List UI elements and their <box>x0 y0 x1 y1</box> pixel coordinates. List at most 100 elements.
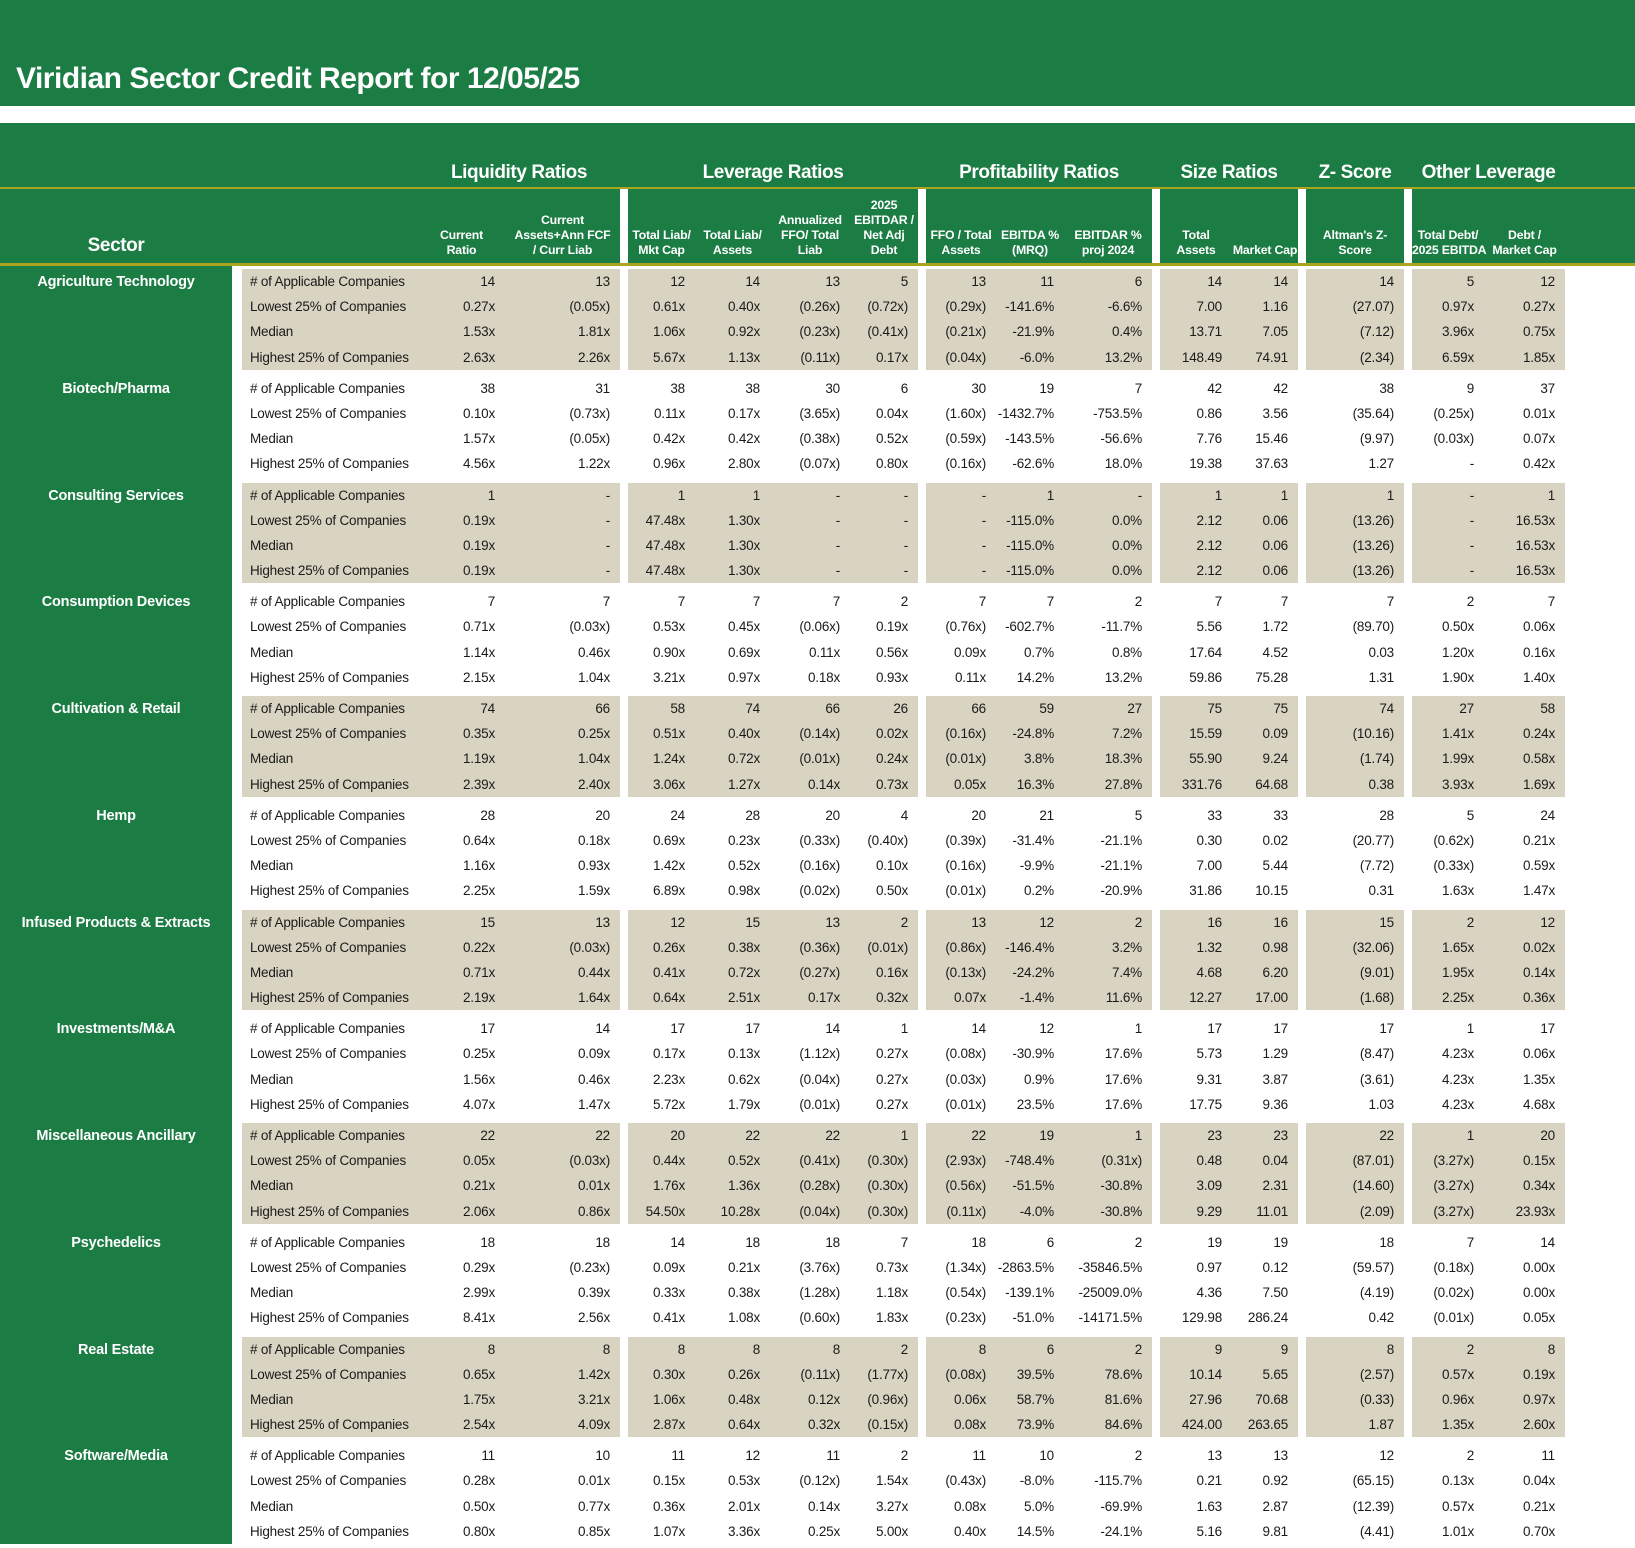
data-cell: 4.68 <box>1160 959 1232 986</box>
group-gutter <box>918 1468 926 1493</box>
data-cell: 1.04x <box>577 669 610 685</box>
group-gutter <box>918 1041 926 1066</box>
data-cell: 2.60x <box>1484 1412 1565 1438</box>
group-header-row: Liquidity Ratios Leverage Ratios Profitabi… <box>0 123 1635 189</box>
group-gutter <box>232 878 242 903</box>
data-cell: 2 <box>1466 1448 1475 1464</box>
row-label: Lowest 25% of Companies <box>242 721 418 747</box>
column-header-current-assets-ann-fcf-curr-liab: Current Assets+Ann FCF / Curr Liab <box>514 213 611 257</box>
column-header-total-assets: Total Assets <box>1176 228 1216 257</box>
group-gutter <box>1152 426 1160 451</box>
column-header-debt-market-cap: Debt / Market Cap <box>1492 228 1557 257</box>
data-cell: 0.02x <box>1484 934 1565 960</box>
data-cell: -8.0% <box>1019 1473 1054 1489</box>
data-cell: (0.86x) <box>926 934 996 960</box>
data-cell: 1.63 <box>1196 1498 1223 1514</box>
table-row: Median 1.16x 0.93x 1.42x 0.52x (0.16x) 0.10x (0… <box>232 853 1565 878</box>
group-gutter <box>620 1230 628 1255</box>
group-gutter <box>1404 294 1412 319</box>
group-gutter <box>232 1305 242 1330</box>
data-cell: (0.41x) <box>770 1148 850 1174</box>
group-gutter <box>1404 426 1412 451</box>
group-gutter <box>620 319 628 344</box>
group-gutter <box>1298 1519 1306 1544</box>
data-cell: 21 <box>1039 807 1054 823</box>
group-gutter <box>620 1519 628 1544</box>
data-cell: 0.80x <box>462 1523 495 1539</box>
table-row: Lowest 25% of Companies 0.25x 0.09x 0.17x 0.… <box>232 1041 1565 1066</box>
group-gutter <box>1152 294 1160 319</box>
sector-name: Psychedelics <box>71 1234 161 1251</box>
group-gutter <box>0 123 418 184</box>
table-row: Median 0.50x 0.77x 0.36x 2.01x 0.14x 3.27x 0.08… <box>232 1494 1565 1519</box>
data-cell: 3.09 <box>1160 1173 1232 1199</box>
group-gutter <box>1298 696 1306 721</box>
row-label: Lowest 25% of Companies <box>242 934 418 960</box>
group-gutter <box>620 1123 628 1148</box>
data-cell: 3.21x <box>505 1386 620 1413</box>
group-gutter <box>1404 772 1412 797</box>
group-gutter <box>1152 614 1160 639</box>
data-cell: 14 <box>1232 269 1298 295</box>
data-cell: (14.60) <box>1306 1173 1404 1199</box>
data-cell: -6.0% <box>996 344 1064 370</box>
data-cell: (0.01x) <box>799 1096 840 1112</box>
data-cell: (0.15x) <box>850 1412 918 1438</box>
data-cell: 4.23x <box>1441 1046 1474 1062</box>
data-cell: 0.04x <box>875 405 908 421</box>
data-cell: 12 <box>1379 1448 1394 1464</box>
group-gutter <box>1404 189 1412 263</box>
data-cell: (0.23x) <box>945 1310 986 1326</box>
data-cell: 2.01x <box>727 1498 760 1514</box>
row-label: # of Applicable Companies <box>250 1234 405 1250</box>
group-gutter <box>1298 1230 1306 1255</box>
group-gutter <box>1152 665 1160 690</box>
data-cell: (0.03x) <box>505 1148 620 1174</box>
data-cell: 0.27x <box>875 1071 908 1087</box>
group-gutter <box>232 1092 242 1117</box>
data-cell: 0.28x <box>462 1473 495 1489</box>
sector-block-consulting-services: Consulting Services # of Applicable Compa… <box>0 482 1635 584</box>
data-cell: 11.6% <box>1064 985 1152 1011</box>
data-cell: 0.64x <box>628 985 695 1011</box>
data-cell: 0.25x <box>462 1046 495 1062</box>
group-gutter <box>918 189 926 263</box>
data-cell: 23 <box>1232 1123 1298 1149</box>
data-cell: (0.62x) <box>1433 832 1474 848</box>
data-cell: 0.12x <box>770 1386 850 1413</box>
data-cell: 17.64 <box>1189 644 1222 660</box>
table-row: # of Applicable Companies 17 14 17 17 14 1 14 12… <box>232 1016 1565 1041</box>
group-gutter <box>918 483 926 508</box>
data-cell: (0.02x) <box>799 883 840 899</box>
group-gutter <box>918 451 926 476</box>
data-cell: 13.2% <box>1064 344 1152 370</box>
data-cell: 66 <box>926 696 996 722</box>
data-cell: -146.4% <box>996 934 1064 960</box>
group-gutter <box>918 1230 926 1255</box>
data-cell: 4.56x <box>462 456 495 472</box>
data-cell: 1.81x <box>505 319 620 345</box>
data-cell: 33 <box>1273 807 1288 823</box>
data-cell: 1.75x <box>418 1386 505 1413</box>
group-gutter <box>620 828 628 853</box>
group-gutter <box>1298 1092 1306 1117</box>
data-cell: (2.09) <box>1306 1198 1404 1224</box>
data-cell: 0.96x <box>1412 1386 1484 1413</box>
table-row: Median 1.53x 1.81x 1.06x 0.92x (0.23x) (0.41x)… <box>232 319 1565 345</box>
group-header-z-score: Z- Score <box>1318 162 1392 183</box>
data-cell: (89.70) <box>1352 619 1395 635</box>
group-gutter <box>620 1041 628 1066</box>
group-gutter <box>918 426 926 451</box>
data-cell: 2.54x <box>418 1412 505 1438</box>
data-cell: (3.65x) <box>799 405 840 421</box>
row-label: Median <box>242 319 418 345</box>
data-cell: 1.22x <box>577 456 610 472</box>
data-cell: (0.16x) <box>799 858 840 874</box>
data-cell: 2 <box>1134 1448 1143 1464</box>
group-gutter <box>620 345 628 370</box>
row-label: # of Applicable Companies <box>242 1123 418 1149</box>
group-gutter <box>1298 803 1306 828</box>
group-gutter <box>1152 1412 1160 1437</box>
table-row: Lowest 25% of Companies 0.22x (0.03x) 0.26x… <box>232 934 1565 960</box>
group-gutter <box>1404 269 1412 294</box>
